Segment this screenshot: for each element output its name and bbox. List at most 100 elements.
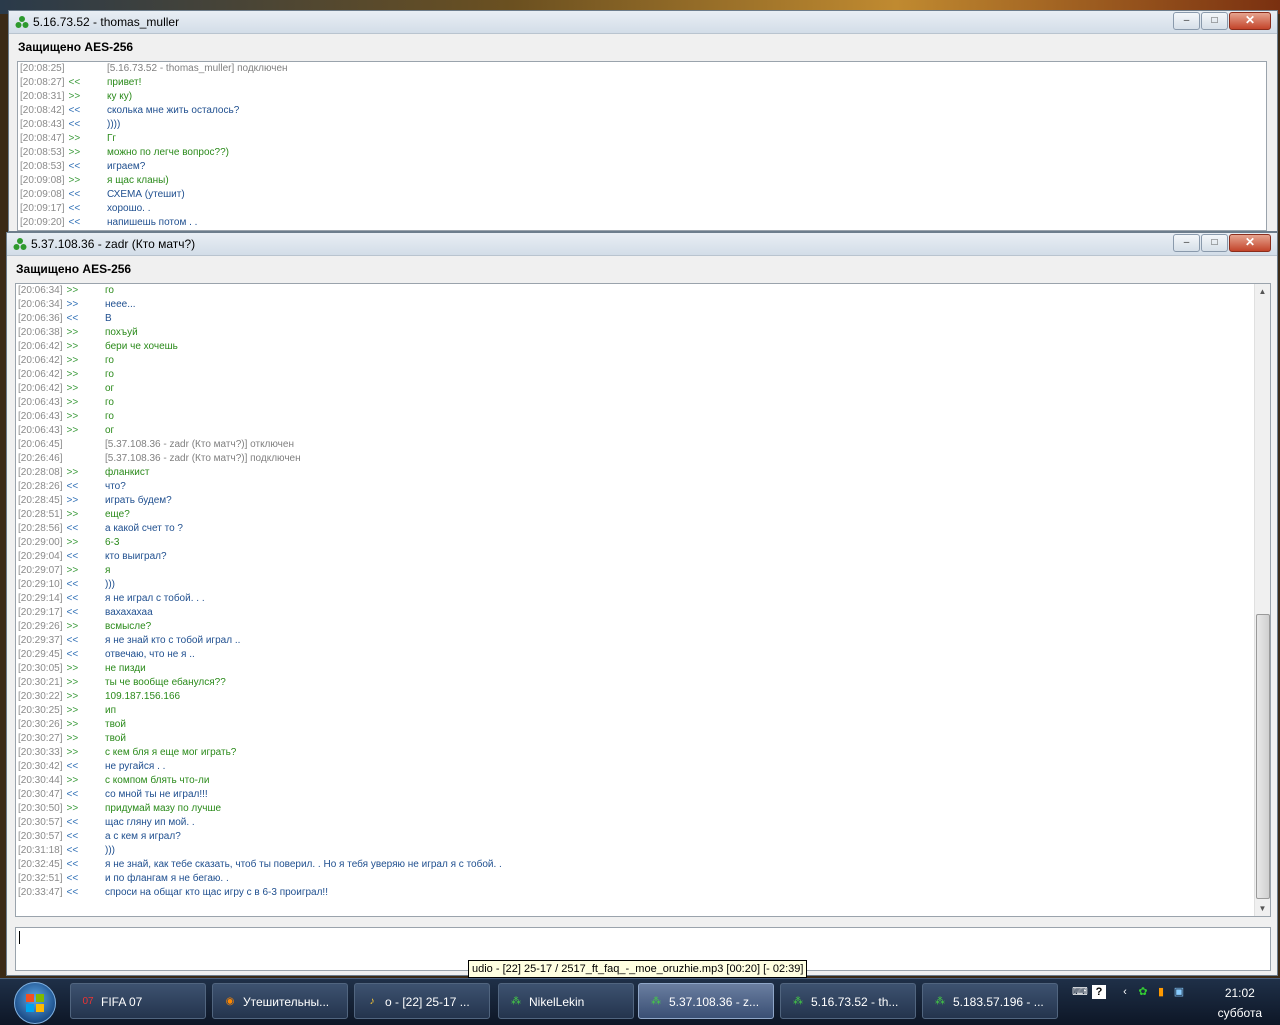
message-time: [20:28:08] bbox=[18, 467, 63, 478]
scroll-up-icon[interactable]: ▲ bbox=[1255, 284, 1270, 299]
taskbar-item[interactable]: ◉ Утешительны... bbox=[212, 983, 348, 1019]
message-timestamp: [20:06:42] >> bbox=[18, 340, 78, 354]
titlebar-1[interactable]: 5.16.73.52 - thomas_muller – □ ✕ bbox=[9, 11, 1277, 34]
message-text: можно по легче вопрос??) bbox=[107, 147, 229, 158]
message-timestamp: [20:08:53] << bbox=[20, 160, 80, 174]
message-direction: << bbox=[68, 105, 81, 116]
chat-log[interactable]: [20:08:25] [5.16.73.52 - thomas_muller] п… bbox=[17, 61, 1267, 231]
message-timestamp: [20:06:45] bbox=[18, 438, 66, 452]
clock[interactable]: 21:02 суббота bbox=[1218, 983, 1262, 1023]
message-direction: << bbox=[68, 77, 81, 88]
message-direction: << bbox=[66, 607, 79, 618]
system-tray: ⌨ ? ‹ ✿ ▮ ▣ 21:02 суббота bbox=[1068, 979, 1280, 1025]
message-time: [20:06:43] bbox=[18, 397, 63, 408]
message-direction: >> bbox=[66, 677, 79, 688]
maximize-button[interactable]: □ bbox=[1201, 234, 1228, 252]
minimize-button[interactable]: – bbox=[1173, 12, 1200, 30]
message-text: щас гляну ип мой. . bbox=[105, 817, 195, 828]
message-timestamp: [20:09:08] << bbox=[20, 188, 80, 202]
message-text: еще? bbox=[105, 509, 130, 520]
titlebar-2[interactable]: 5.37.108.36 - zadr (Кто матч?) – □ ✕ bbox=[7, 233, 1277, 256]
message-text: играть будем? bbox=[105, 495, 172, 506]
message-text: я bbox=[105, 565, 111, 576]
chat-message: [20:06:42] >> го bbox=[16, 354, 1270, 368]
taskbar-item[interactable]: ⁂ 5.37.108.36 - z... bbox=[638, 983, 774, 1019]
message-timestamp: [20:28:26] << bbox=[18, 480, 78, 494]
message-timestamp: [20:08:42] << bbox=[20, 104, 80, 118]
message-timestamp: [20:06:43] >> bbox=[18, 396, 78, 410]
message-time: [20:30:57] bbox=[18, 817, 63, 828]
message-direction: >> bbox=[66, 369, 79, 380]
message-time: [20:30:25] bbox=[18, 705, 63, 716]
message-text: с компом блять что-ли bbox=[105, 775, 210, 786]
message-time: [20:32:45] bbox=[18, 859, 63, 870]
chat-message: [20:30:05] >> не пизди bbox=[16, 662, 1270, 676]
scroll-thumb[interactable] bbox=[1256, 614, 1270, 899]
message-direction: >> bbox=[66, 775, 79, 786]
message-direction: >> bbox=[66, 411, 79, 422]
message-timestamp: [20:30:47] << bbox=[18, 788, 78, 802]
message-time: [20:09:08] bbox=[20, 175, 65, 186]
message-text: го bbox=[105, 397, 114, 408]
message-text: с кем бля я еще мог играть? bbox=[105, 747, 237, 758]
keyboard-icon[interactable]: ⌨ bbox=[1072, 985, 1088, 999]
signal-icon[interactable]: ▮ bbox=[1154, 985, 1168, 999]
scroll-down-icon[interactable]: ▼ bbox=[1255, 901, 1270, 916]
message-time: [20:28:51] bbox=[18, 509, 63, 520]
taskbar-item[interactable]: ⁂ 5.16.73.52 - th... bbox=[780, 983, 916, 1019]
chat-message: [20:06:43] >> го bbox=[16, 396, 1270, 410]
taskbar-item[interactable]: ⁂ 5.183.57.196 - ... bbox=[922, 983, 1058, 1019]
taskbar-item[interactable]: ⁂ NikelLekin bbox=[498, 983, 634, 1019]
message-timestamp: [20:30:50] >> bbox=[18, 802, 78, 816]
message-direction: >> bbox=[66, 621, 79, 632]
chat-message: [20:30:50] >> придумай мазу по лучше bbox=[16, 802, 1270, 816]
taskbar-item[interactable]: ♪ o - [22] 25-17 ... bbox=[354, 983, 490, 1019]
chat-message: [20:08:42] << сколька мне жить осталось? bbox=[18, 104, 1266, 118]
message-direction: << bbox=[68, 217, 81, 228]
help-icon[interactable]: ? bbox=[1092, 985, 1106, 999]
message-timestamp: [20:30:33] >> bbox=[18, 746, 78, 760]
chat-log[interactable]: [20:06:34] >> го [20:06:34] >> неее... [20:06:… bbox=[15, 283, 1271, 917]
message-timestamp: [20:26:46] bbox=[18, 452, 66, 466]
message-time: [20:31:18] bbox=[18, 845, 63, 856]
message-direction: << bbox=[66, 579, 79, 590]
message-direction: << bbox=[68, 119, 81, 130]
message-time: [20:06:42] bbox=[18, 355, 63, 366]
message-text: ог bbox=[105, 425, 115, 436]
chat-message: [20:09:08] >> я щас кланы) bbox=[18, 174, 1266, 188]
message-timestamp: [20:06:36] << bbox=[18, 312, 78, 326]
network-icon[interactable]: ✿ bbox=[1136, 985, 1150, 999]
message-direction: >> bbox=[68, 91, 81, 102]
message-direction: << bbox=[66, 593, 79, 604]
chat-message: [20:30:42] << не ругайся . . bbox=[16, 760, 1270, 774]
message-timestamp: [20:30:42] << bbox=[18, 760, 78, 774]
message-time: [20:26:46] bbox=[18, 453, 63, 464]
message-timestamp: [20:33:47] << bbox=[18, 886, 78, 900]
close-button[interactable]: ✕ bbox=[1229, 234, 1271, 252]
close-button[interactable]: ✕ bbox=[1229, 12, 1271, 30]
message-time: [20:06:34] bbox=[18, 285, 63, 296]
chevron-left-icon[interactable]: ‹ bbox=[1118, 985, 1132, 999]
text-caret bbox=[19, 931, 20, 944]
message-direction: >> bbox=[66, 733, 79, 744]
chat-message: [20:29:26] >> всмысле? bbox=[16, 620, 1270, 634]
start-button[interactable] bbox=[14, 982, 56, 1024]
taskbar-item[interactable]: 07 FIFA 07 bbox=[70, 983, 206, 1019]
message-direction: << bbox=[66, 817, 79, 828]
message-time: [20:29:26] bbox=[18, 621, 63, 632]
message-direction: << bbox=[66, 887, 79, 898]
monitor-icon[interactable]: ▣ bbox=[1172, 985, 1186, 999]
message-time: [20:29:07] bbox=[18, 565, 63, 576]
maximize-button[interactable]: □ bbox=[1201, 12, 1228, 30]
chat-message: [20:30:25] >> ип bbox=[16, 704, 1270, 718]
message-direction: >> bbox=[66, 663, 79, 674]
message-timestamp: [20:08:31] >> bbox=[20, 90, 80, 104]
chat-message: [20:28:51] >> еще? bbox=[16, 508, 1270, 522]
minimize-button[interactable]: – bbox=[1173, 234, 1200, 252]
message-direction: << bbox=[66, 523, 79, 534]
message-time: [20:30:42] bbox=[18, 761, 63, 772]
message-timestamp: [20:06:42] >> bbox=[18, 382, 78, 396]
vertical-scrollbar[interactable]: ▲ ▼ bbox=[1254, 284, 1270, 916]
message-direction: >> bbox=[66, 705, 79, 716]
message-timestamp: [20:31:18] << bbox=[18, 844, 78, 858]
